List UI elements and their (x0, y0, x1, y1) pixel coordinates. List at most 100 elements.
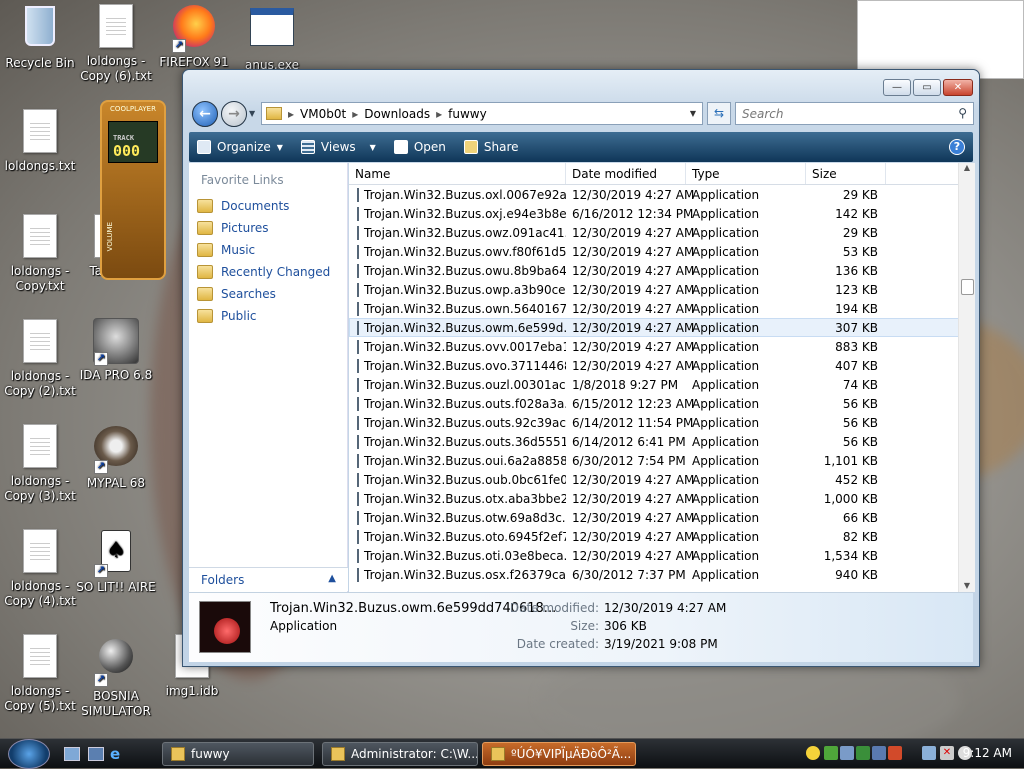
tray-app-icon[interactable] (824, 746, 838, 760)
desktop-icon-mine[interactable]: ↗ BOSNIA SIMULATOR (76, 632, 156, 719)
ie-icon[interactable]: e (110, 745, 120, 763)
file-size: 1,000 KB (823, 491, 878, 506)
clock[interactable]: 9:12 AM (963, 746, 1012, 760)
nav-link-documents[interactable]: Documents (189, 195, 347, 217)
minimize-button[interactable]: — (883, 79, 911, 96)
search-icon[interactable]: ⚲ (958, 106, 967, 120)
coolplayer-title: COOLPLAYER (110, 105, 156, 113)
desktop-icon-txt[interactable]: loldongs - Copy (5).txt (0, 632, 80, 714)
file-row[interactable]: Trojan.Win32.Buzus.owm.6e599d... 12/30/20… (349, 318, 975, 337)
network-icon[interactable] (922, 746, 936, 760)
desktop-icon-txt[interactable]: loldongs.txt (0, 107, 80, 174)
chevron-down-icon[interactable]: ▼ (690, 109, 696, 118)
taskbar-button[interactable]: Administrator: C:\W... (322, 742, 478, 766)
file-row[interactable]: Trojan.Win32.Buzus.oub.0bc61fe0... 12/30/… (349, 470, 975, 489)
search-input[interactable]: Search ⚲ (735, 102, 974, 125)
desktop-icon-txt[interactable]: loldongs - Copy (2).txt (0, 317, 80, 399)
nav-link-searches[interactable]: Searches (189, 283, 347, 305)
switch-windows-icon[interactable] (88, 747, 104, 761)
file-row[interactable]: Trojan.Win32.Buzus.oxj.e94e3b8e... 6/16/2… (349, 204, 975, 223)
refresh-icon[interactable]: ⇆ (707, 102, 731, 125)
file-name: Trojan.Win32.Buzus.outs.92c39ac... (364, 415, 566, 430)
details-date-created: 3/19/2021 9:08 PM (604, 637, 718, 651)
tray-app-icon[interactable] (840, 746, 854, 760)
nav-link-label: Searches (221, 287, 276, 301)
desktop-icon-mypal[interactable]: ↗ MYPAL 68 (76, 422, 156, 491)
taskbar-button[interactable]: ºÚÓ¥VIPÏµÄÐòÔ²Ã... (482, 742, 636, 766)
file-row[interactable]: Trojan.Win32.Buzus.outs.36d5551... 6/14/2… (349, 432, 975, 451)
file-row[interactable]: Trojan.Win32.Buzus.oxl.0067e92a... 12/30/… (349, 185, 975, 204)
scrollbar-thumb[interactable] (961, 279, 974, 295)
breadcrumb-item[interactable]: Downloads (364, 107, 430, 121)
desktop-icon-cards[interactable]: ♠ ↗ SO LIT!! AIRE (76, 527, 156, 595)
start-button[interactable] (8, 739, 50, 769)
forward-button[interactable]: → (221, 101, 247, 127)
column-name[interactable]: Name (349, 163, 566, 184)
file-row[interactable]: Trojan.Win32.Buzus.outs.f028a3a... 6/15/2… (349, 394, 975, 413)
taskbar-button[interactable]: fuwwy (162, 742, 314, 766)
tray-emoji-icon[interactable] (806, 746, 820, 760)
nav-link-recently-changed[interactable]: Recently Changed (189, 261, 347, 283)
file-type: Application (692, 529, 760, 544)
nav-link-pictures[interactable]: Pictures (189, 217, 347, 239)
breadcrumb-item[interactable]: fuwwy (448, 107, 487, 121)
coolplayer-widget[interactable]: COOLPLAYER TRACK 000 VOLUME (100, 100, 166, 280)
file-row[interactable]: Trojan.Win32.Buzus.owz.091ac41... 12/30/2… (349, 223, 975, 242)
chevron-up-icon[interactable]: ▲ (328, 573, 336, 584)
show-desktop-icon[interactable] (64, 747, 80, 761)
file-row[interactable]: Trojan.Win32.Buzus.oui.6a2a8858... 6/30/2… (349, 451, 975, 470)
vertical-scrollbar[interactable]: ▲ ▼ (958, 163, 975, 592)
share-icon (463, 140, 478, 154)
file-row[interactable]: Trojan.Win32.Buzus.owu.8b9ba64... 12/30/2… (349, 261, 975, 280)
volume-muted-icon[interactable]: ✕ (940, 746, 954, 760)
scroll-down-icon[interactable]: ▼ (959, 581, 975, 590)
close-button[interactable]: ✕ (943, 79, 973, 96)
chevron-down-icon: ▼ (276, 142, 283, 152)
file-row[interactable]: Trojan.Win32.Buzus.ovo.37114468... 12/30/… (349, 356, 975, 375)
file-row[interactable]: Trojan.Win32.Buzus.otw.69a8d3c... 12/30/2… (349, 508, 975, 527)
breadcrumb-item[interactable]: VM0b0t (300, 107, 346, 121)
maximize-button[interactable]: ▭ (913, 79, 941, 96)
history-dropdown-icon[interactable]: ▼ (249, 109, 255, 118)
desktop-icon-txt[interactable]: loldongs - Copy (3).txt (0, 422, 80, 504)
nav-link-public[interactable]: Public (189, 305, 347, 327)
tray-app-icon[interactable] (856, 746, 870, 760)
file-row[interactable]: Trojan.Win32.Buzus.outs.92c39ac... 6/14/2… (349, 413, 975, 432)
desktop-icon-firefox[interactable]: ↗ FIREFOX 91 (154, 2, 234, 70)
desktop-icon-txt[interactable]: loldongs - Copy (4).txt (0, 527, 80, 609)
column-date-modified[interactable]: Date modified (566, 163, 686, 184)
file-row[interactable]: Trojan.Win32.Buzus.own.5640167... 12/30/2… (349, 299, 975, 318)
file-size: 56 KB (842, 434, 878, 449)
file-row[interactable]: Trojan.Win32.Buzus.osx.f26379ca... 6/30/2… (349, 565, 975, 584)
desktop-icon-txt[interactable]: loldongs - Copy (6).txt (76, 2, 156, 84)
open-button[interactable]: Open (393, 140, 446, 154)
scroll-up-icon[interactable]: ▲ (959, 163, 975, 172)
column-type[interactable]: Type (686, 163, 806, 184)
file-row[interactable]: Trojan.Win32.Buzus.owp.a3b90ce... 12/30/2… (349, 280, 975, 299)
application-icon (357, 434, 359, 449)
file-row[interactable]: Trojan.Win32.Buzus.oto.6945f2ef7... 12/30… (349, 527, 975, 546)
file-row[interactable]: Trojan.Win32.Buzus.oti.03e8beca... 12/30/… (349, 546, 975, 565)
help-icon[interactable]: ? (949, 139, 965, 155)
folders-toggle[interactable]: Folders ▲ (189, 567, 348, 591)
blank-window[interactable] (857, 0, 1024, 79)
file-row[interactable]: Trojan.Win32.Buzus.ouzl.00301ac... 1/8/20… (349, 375, 975, 394)
desktop-icon-exe[interactable]: anus.exe (232, 2, 312, 73)
tray-app-icon[interactable] (872, 746, 886, 760)
column-size[interactable]: Size (806, 163, 886, 184)
file-row[interactable]: Trojan.Win32.Buzus.ovv.0017eba1... 12/30/… (349, 337, 975, 356)
breadcrumb[interactable]: ▸ VM0b0t ▸ Downloads ▸ fuwwy ▼ (261, 102, 703, 125)
file-type: Application (692, 263, 760, 278)
share-button[interactable]: Share (463, 140, 519, 154)
nav-link-music[interactable]: Music (189, 239, 347, 261)
explorer-window[interactable]: — ▭ ✕ ← → ▼ ▸ VM0b0t ▸ Downloads ▸ fuwwy… (182, 69, 980, 667)
tray-app-icon[interactable] (888, 746, 902, 760)
organize-button[interactable]: Organize ▼ (197, 140, 283, 154)
views-button[interactable]: Views ▼ (300, 140, 376, 154)
desktop-icon-bin[interactable]: Recycle Bin (0, 2, 80, 71)
desktop-icon-txt[interactable]: loldongs - Copy.txt (0, 212, 80, 294)
desktop-icon-ida[interactable]: ↗ IDA PRO 6.8 (76, 317, 156, 383)
file-row[interactable]: Trojan.Win32.Buzus.owv.f80f61d5... 12/30/… (349, 242, 975, 261)
back-button[interactable]: ← (192, 101, 218, 127)
file-row[interactable]: Trojan.Win32.Buzus.otx.aba3bbe2... 12/30/… (349, 489, 975, 508)
